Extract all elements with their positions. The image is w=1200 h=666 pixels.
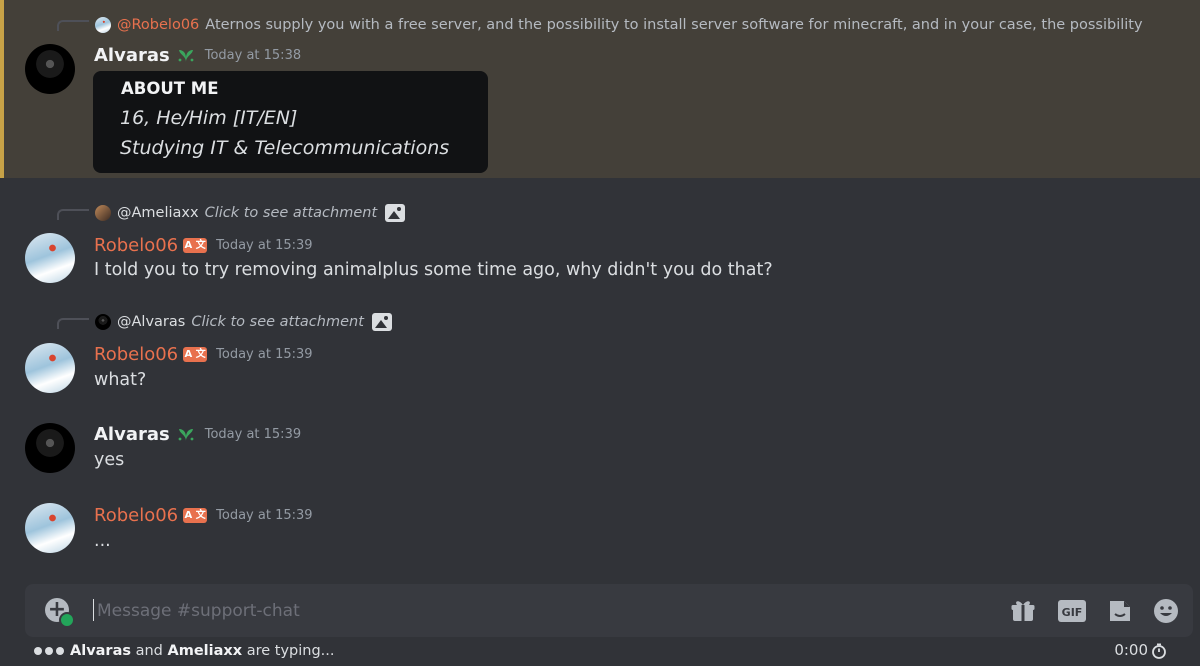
typing-and: and: [135, 643, 163, 659]
timestamp: Today at 15:39: [216, 346, 313, 362]
reply-connector: [57, 20, 89, 31]
typing-dot: [34, 647, 42, 655]
reply-author[interactable]: @Robelo06: [117, 17, 199, 33]
sticker-icon[interactable]: [1107, 598, 1133, 624]
image-icon: [371, 313, 392, 331]
emoji-icon[interactable]: [1153, 598, 1179, 624]
message-text: what?: [94, 370, 147, 390]
about-me-line: Studying IT & Telecommunications: [120, 137, 450, 159]
typing-dot: [56, 647, 64, 655]
reply-avatar: [95, 205, 111, 221]
reply-preview[interactable]: @Alvaras Click to see attachment: [95, 312, 392, 332]
add-badge: [59, 612, 75, 628]
avatar[interactable]: [25, 233, 75, 283]
image-icon: [385, 204, 406, 222]
reply-connector: [57, 318, 89, 329]
leaf-icon: [176, 425, 196, 443]
typing-user: Alvaras: [70, 643, 131, 659]
reply-connector: [57, 209, 89, 220]
typing-suffix: are typing...: [246, 643, 335, 659]
about-me-card: ABOUT ME 16, He/Him [IT/EN] Studying IT …: [93, 71, 488, 173]
timestamp: Today at 15:39: [216, 237, 313, 253]
reply-author[interactable]: @Alvaras: [117, 314, 185, 330]
author-name[interactable]: Alvaras: [94, 45, 170, 66]
avatar[interactable]: [25, 343, 75, 393]
message-composer: + GIF: [25, 584, 1193, 637]
reply-text: Aternos supply you with a free server, a…: [205, 17, 1143, 33]
avatar[interactable]: [25, 44, 75, 94]
svg-text:GIF: GIF: [1062, 606, 1083, 619]
message-text: ...: [94, 531, 111, 551]
author-name[interactable]: Alvaras: [94, 424, 170, 445]
reply-text: Click to see attachment: [191, 314, 364, 330]
language-badge: A 文: [183, 507, 208, 523]
language-badge: A 文: [183, 237, 208, 253]
avatar[interactable]: [25, 423, 75, 473]
reply-avatar: [95, 314, 111, 330]
message-text: yes: [94, 450, 125, 470]
timer-icon: [1151, 643, 1167, 659]
message-input[interactable]: [95, 593, 899, 629]
timestamp: Today at 15:39: [204, 426, 302, 442]
avatar[interactable]: [25, 503, 75, 553]
language-badge: A 文: [183, 346, 208, 362]
reply-author[interactable]: @Ameliaxx: [117, 205, 199, 221]
reply-preview[interactable]: @Ameliaxx Click to see attachment: [95, 203, 406, 223]
text-caret: [93, 599, 94, 621]
message-text: I told you to try removing animalplus so…: [94, 260, 773, 280]
author-name[interactable]: Robelo06: [94, 344, 178, 365]
gif-icon[interactable]: GIF: [1057, 598, 1087, 624]
about-me-line: 16, He/Him [IT/EN]: [120, 107, 298, 129]
typing-user: Ameliaxx: [167, 643, 243, 659]
reply-preview[interactable]: @Robelo06 Aternos supply you with a free…: [95, 15, 1143, 35]
leaf-icon: [176, 46, 196, 64]
about-me-title: ABOUT ME: [121, 79, 219, 98]
timestamp: Today at 15:38: [204, 47, 302, 63]
reply-avatar: [95, 17, 111, 33]
gift-icon[interactable]: [1010, 598, 1036, 624]
slowmode-timer: 0:00: [1114, 641, 1148, 659]
timestamp: Today at 15:39: [216, 507, 313, 523]
reply-text: Click to see attachment: [204, 205, 378, 221]
author-name[interactable]: Robelo06: [94, 505, 178, 526]
typing-dot: [45, 647, 53, 655]
author-name[interactable]: Robelo06: [94, 235, 178, 256]
typing-indicator: Alvaras and Ameliaxx are typing...: [34, 640, 335, 662]
